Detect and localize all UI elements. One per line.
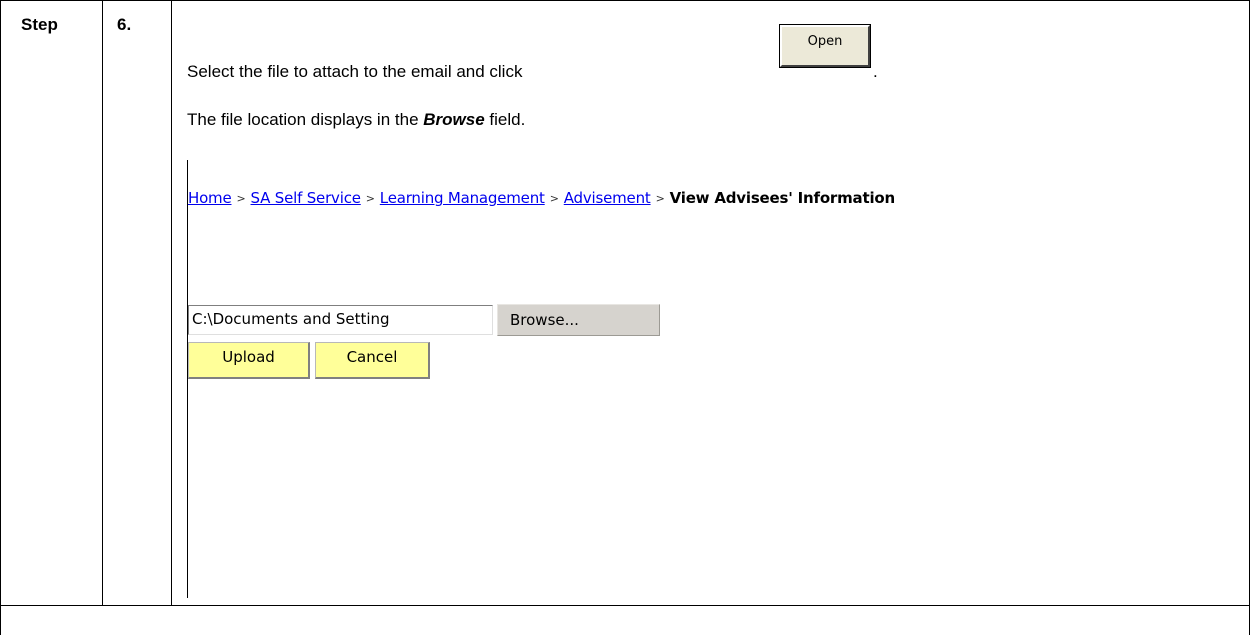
instruction-text-post: field. [484,110,526,129]
table-row-divider [0,605,1250,606]
breadcrumb-home-link[interactable]: Home [188,189,232,207]
browse-field-name: Browse [423,110,485,129]
browse-button[interactable]: Browse... [497,304,660,336]
table-col-divider-2 [171,0,172,606]
breadcrumb-advisement-link[interactable]: Advisement [564,189,651,207]
breadcrumb-separator: > [549,192,559,205]
table-col-divider-1 [102,0,103,606]
open-button[interactable]: Open [779,24,871,68]
breadcrumb-learning-management-link[interactable]: Learning Management [380,189,545,207]
instruction-period: . [873,62,878,81]
cancel-button[interactable]: Cancel [315,342,430,379]
instruction-select-file: Select the file to attach to the email a… [187,62,523,81]
table-top-border [0,0,1250,1]
table-left-border [0,0,1,635]
step-number: 6. [117,15,132,34]
breadcrumb-separator: > [365,192,375,205]
instruction-file-location: The file location displays in the Browse… [187,110,525,130]
breadcrumb-separator: > [236,192,246,205]
step-label: Step [21,15,58,34]
breadcrumb: Home > SA Self Service > Learning Management… [188,189,895,207]
instruction-text-pre: The file location displays in the [187,110,424,129]
upload-button[interactable]: Upload [188,342,310,379]
screenshot-left-edge [187,160,188,598]
breadcrumb-current-page: View Advisees' Information [669,189,896,207]
breadcrumb-separator: > [655,192,665,205]
file-path-input[interactable]: C:\Documents and Setting [188,305,493,335]
breadcrumb-sa-self-service-link[interactable]: SA Self Service [251,189,361,207]
